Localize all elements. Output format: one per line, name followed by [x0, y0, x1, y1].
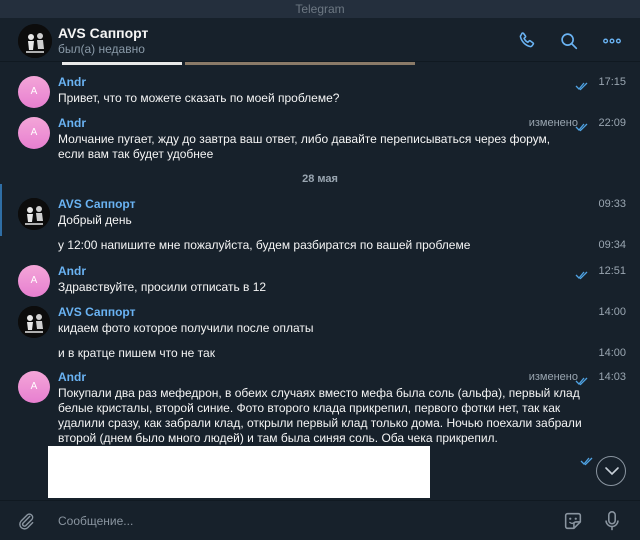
message-composer[interactable] [0, 500, 640, 540]
microphone-icon[interactable] [603, 510, 621, 532]
avs-logo-icon [18, 24, 52, 58]
sender-name[interactable]: Andr [58, 264, 86, 278]
double-check-icon [575, 78, 589, 91]
message-text: кидаем фото которое получили после оплат… [58, 321, 314, 335]
message-time: 14:03 [598, 371, 626, 383]
avatar[interactable]: A [18, 76, 50, 108]
attached-photo[interactable] [48, 446, 430, 498]
selected-message-marker [0, 184, 2, 236]
edited-label: изменено [528, 117, 578, 129]
sticker-icon[interactable] [562, 510, 584, 532]
avs-logo-icon [18, 306, 50, 338]
double-check-icon [575, 119, 589, 132]
avatar[interactable] [18, 306, 50, 338]
message-text: Молчание пугает, жду до завтра ваш ответ… [58, 132, 551, 161]
chat-avatar[interactable] [18, 24, 52, 58]
message-time: 22:09 [598, 117, 626, 129]
date-separator: 28 мая [302, 173, 338, 185]
message-input[interactable] [58, 512, 538, 530]
double-check-icon [575, 267, 589, 280]
message-text: Добрый день [58, 213, 132, 227]
phone-icon[interactable] [516, 30, 538, 52]
message-text: Покупали два раз мефедрон, в обеих случа… [58, 386, 582, 445]
search-icon[interactable] [558, 30, 580, 52]
avatar[interactable]: A [18, 117, 50, 149]
double-check-icon [580, 453, 594, 466]
message-text: Привет, что то можете сказать по моей пр… [58, 91, 340, 105]
avs-logo-icon [18, 198, 50, 230]
message-time: 14:00 [598, 347, 626, 359]
chat-header[interactable]: AVS Саппорт был(а) недавно [0, 18, 640, 62]
sender-name[interactable]: AVS Саппорт [58, 197, 135, 211]
message-time: 09:34 [598, 239, 626, 251]
scroll-down-button[interactable] [596, 456, 626, 486]
avatar[interactable] [18, 198, 50, 230]
chevron-down-icon [605, 467, 619, 476]
message-text: у 12:00 напишите мне пожалуйста, будем р… [58, 238, 471, 252]
message-time: 12:51 [598, 265, 626, 277]
sender-name[interactable]: AVS Саппорт [58, 305, 135, 319]
message-time: 17:15 [598, 76, 626, 88]
edited-label: изменено [528, 371, 578, 383]
chat-status: был(а) недавно [58, 42, 145, 56]
message-time: 14:00 [598, 306, 626, 318]
message-time: 09:33 [598, 198, 626, 210]
previous-photo-edge [62, 62, 182, 65]
more-icon[interactable] [601, 30, 623, 52]
window-title: Telegram [0, 0, 640, 18]
double-check-icon [575, 373, 589, 386]
avatar[interactable]: A [18, 371, 50, 403]
message-text: Здравствуйте, просили отписать в 12 [58, 280, 267, 294]
previous-photo-edge [185, 62, 415, 65]
sender-name[interactable]: Andr [58, 116, 86, 130]
message-text: и в кратце пишем что не так [58, 346, 215, 360]
paperclip-icon[interactable] [16, 511, 36, 531]
sender-name[interactable]: Andr [58, 370, 86, 384]
sender-name[interactable]: Andr [58, 75, 86, 89]
avatar[interactable]: A [18, 265, 50, 297]
chat-title[interactable]: AVS Саппорт [58, 25, 148, 41]
